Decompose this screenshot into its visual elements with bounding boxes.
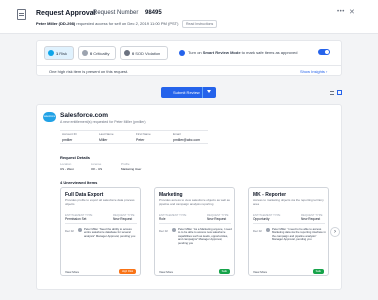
event-text: Peter Miller “As a Marketing anyone, I n… (178, 227, 232, 245)
account-value: pmiller (62, 138, 73, 142)
event-date: Dec 02 (65, 229, 74, 233)
risk-summary-card: 1 Risk 0 Criticality 0 SOD Violation Tur… (36, 40, 342, 76)
view-more-link[interactable]: View More (159, 270, 173, 274)
sod-violation-label: SOD Violation (135, 50, 161, 56)
entitlement-description: Provides profile to export all salesforc… (65, 198, 135, 206)
criticality-pill[interactable]: 0 Criticality (78, 46, 116, 60)
safe-badge: Safe (218, 269, 230, 274)
show-insights-link[interactable]: Show Insights › (300, 69, 327, 74)
entitlement-description: Provides access to view salesforce objec… (159, 198, 230, 206)
detail-label-license: License (91, 162, 102, 166)
event-text: Peter Miller “Need the ability to access… (84, 227, 136, 238)
smart-review-icon (179, 50, 185, 56)
risk-count-pill[interactable]: 1 Risk (44, 46, 74, 60)
application-name: Salesforce.com (60, 112, 109, 119)
safe-badge: Safe (312, 269, 324, 274)
event-date: Dec 02 (159, 229, 168, 233)
submit-review-label: Submit Review (173, 90, 200, 95)
criticality-icon (82, 50, 88, 56)
unreviewed-items-title: 4 Unreviewed Items (60, 180, 98, 185)
criticality-count: 0 (90, 50, 93, 56)
sod-violation-icon (124, 50, 130, 56)
divider (253, 223, 325, 224)
account-value-row: pmiller Miller Peter pmiller@abc.com (60, 137, 208, 143)
account-value: pmiller@abc.com (173, 138, 201, 142)
request-type: New Request (113, 217, 133, 221)
entitlement-card[interactable]: MK - Reporter Access to marketing object… (248, 187, 329, 276)
view-more-link[interactable]: View More (253, 270, 267, 274)
entitlement-card[interactable]: Full Data Export Provides profile to exp… (60, 187, 141, 276)
smart-review-pre: Turn on (188, 50, 203, 55)
detail-label-profile: Profile (121, 162, 130, 166)
smart-review-text: Turn on Smart Review Mode to mark safe i… (188, 50, 297, 55)
request-subtitle: Peter Miller (DD-298) requested access f… (36, 21, 178, 26)
page-title: Request Approval (36, 10, 96, 17)
avatar (78, 228, 82, 232)
detail-value-location: US - West (60, 167, 74, 171)
smart-review-toggle[interactable] (318, 49, 330, 55)
application-card: salesforce Salesforce.com A new entitlem… (36, 104, 342, 290)
request-number-label: Request Number (93, 10, 139, 16)
entitlement-type: Role (159, 217, 166, 221)
divider (65, 223, 137, 224)
detail-value-license: OK - US (91, 167, 103, 171)
criticality-label: Criticality (93, 50, 110, 56)
requester-name: Peter Miller (DD-298) (36, 21, 76, 26)
risk-note: One high risk item is present on this re… (49, 69, 129, 74)
account-value: Peter (136, 138, 145, 142)
entitlement-type: Permission Set (65, 217, 87, 221)
read-instructions-button[interactable]: Read Instructions (182, 20, 218, 28)
account-value: Miller (99, 138, 108, 142)
sod-violation-count: 0 (132, 50, 135, 56)
chevron-right-icon[interactable]: › (330, 227, 340, 237)
grid-view-icon[interactable] (337, 90, 342, 95)
avatar (172, 228, 176, 232)
risk-badge: High Risk (118, 269, 136, 274)
view-more-link[interactable]: View More (65, 270, 79, 274)
detail-value-profile: Marketing User (121, 167, 142, 171)
smart-review-post: to mark safe items as approved (240, 50, 298, 55)
button-divider (202, 87, 203, 98)
list-view-icon[interactable] (330, 91, 334, 95)
document-icon (17, 9, 26, 20)
risk-icon (48, 50, 54, 56)
avatar (266, 228, 270, 232)
request-type: New Request (301, 217, 321, 221)
entitlement-description: Access to marketing objects via the repo… (253, 198, 324, 206)
divider (37, 65, 341, 66)
detail-label-location: Location (60, 162, 72, 166)
sod-violation-pill[interactable]: 0 SOD Violation (120, 46, 168, 60)
entitlement-card[interactable]: Marketing Provides access to view salesf… (154, 187, 235, 276)
smart-review-bold: Smart Review Mode (202, 50, 241, 55)
risk-count: 1 (56, 50, 59, 56)
request-number: 98495 (145, 10, 162, 16)
account-table: Account ID Last Name First Name Email pm… (60, 130, 208, 144)
request-details-title: Request Details (60, 155, 91, 160)
close-icon[interactable]: ✕ (349, 8, 355, 16)
request-type: New Request (207, 217, 227, 221)
request-summary: requested access for self on Dec 2, 2019… (75, 21, 179, 26)
entitlement-type: Opportunity (253, 217, 270, 221)
submit-review-button[interactable]: Submit Review (161, 87, 216, 98)
chevron-down-icon[interactable] (207, 90, 211, 93)
salesforce-logo: salesforce (43, 112, 56, 122)
event-text: Peter Miller “I need to be able to acces… (272, 227, 326, 242)
more-options-icon[interactable]: ••• (337, 9, 345, 15)
application-description: A new entitlement(s) requested for Peter… (60, 120, 146, 124)
divider (159, 223, 231, 224)
event-date: Dec 02 (253, 229, 262, 233)
risk-label: Risk (59, 50, 68, 56)
page-header: Request Approval Request Number 98495 Pe… (0, 0, 378, 34)
